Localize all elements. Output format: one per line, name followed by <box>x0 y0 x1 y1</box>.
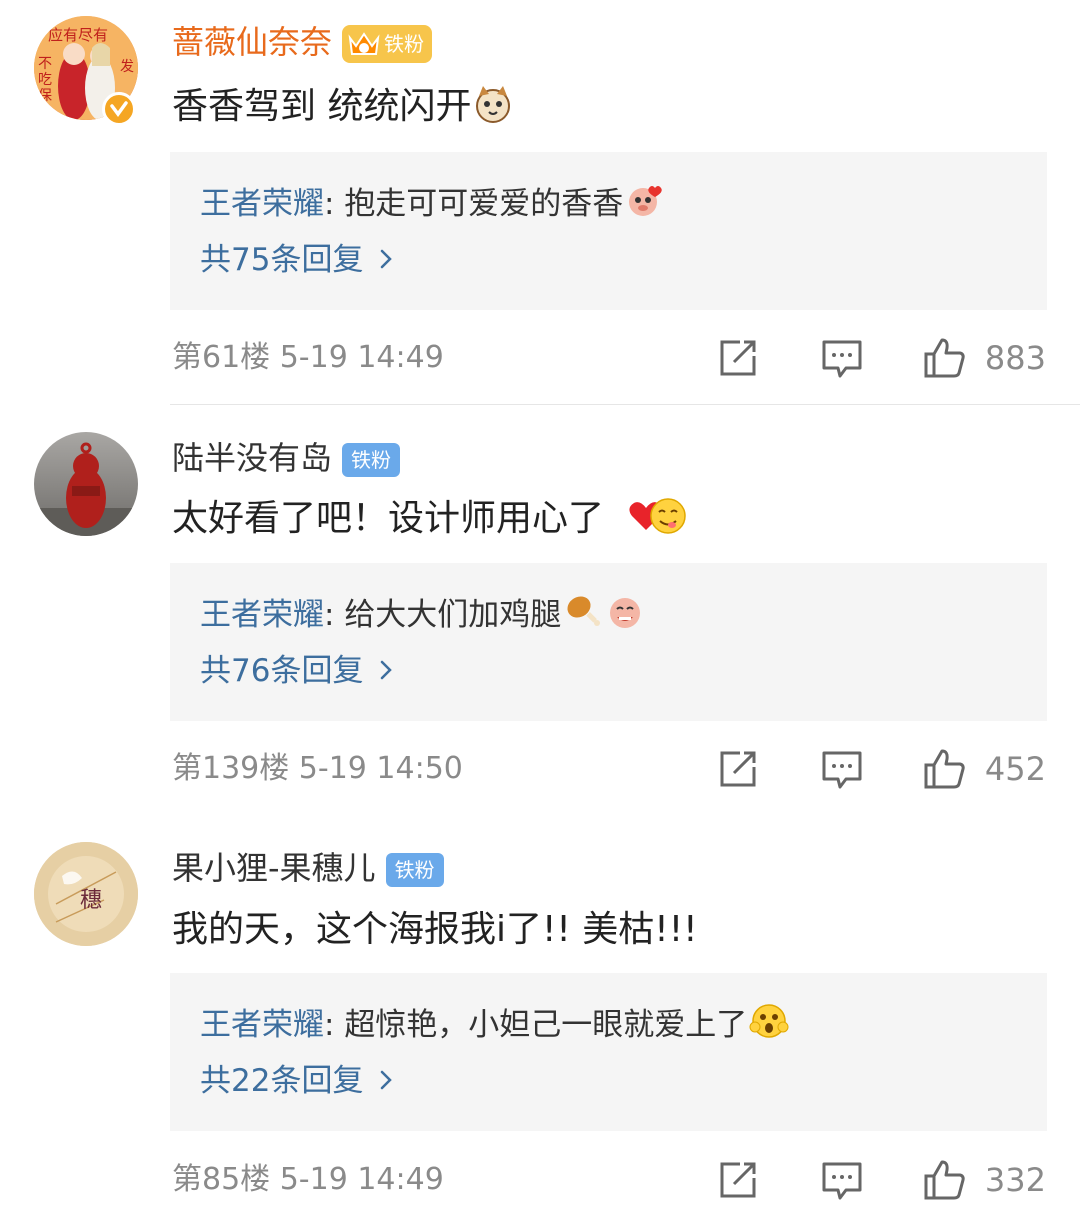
username-text[interactable]: 果小狸-果穗儿 <box>172 849 376 887</box>
reply-text: 抱走可可爱爱的香香 <box>344 186 624 222</box>
reply-preview[interactable]: 王者荣耀: 抱走可可爱爱的香香 共75条回复 <box>170 152 1047 310</box>
avatar-caption: 穗 <box>80 888 103 913</box>
share-icon[interactable] <box>716 336 760 380</box>
username[interactable]: 果小狸-果穗儿 铁粉 <box>172 848 444 888</box>
reply-separator: : <box>324 1007 345 1043</box>
avatar[interactable]: 穗 <box>34 842 138 946</box>
crown-icon <box>348 32 380 55</box>
like-count[interactable]: 332 <box>985 1160 1046 1200</box>
view-replies-link[interactable]: 共75条回复 <box>200 240 399 280</box>
pig-love-emoji <box>629 186 663 216</box>
fan-badge[interactable]: 铁粉 <box>342 443 401 477</box>
username-text[interactable]: 陆半没有岛 <box>172 439 332 477</box>
reply-text: 超惊艳，小妲己一眼就爱上了 <box>344 1007 748 1043</box>
floor-and-time: 第85楼 5-19 14:49 <box>172 1162 444 1197</box>
comment-icon[interactable] <box>820 747 864 791</box>
thumbs-up-icon[interactable] <box>922 1158 966 1202</box>
avatar-caption: 不吃保 <box>38 56 52 104</box>
fan-badge[interactable]: 铁粉 <box>342 25 433 63</box>
username[interactable]: 陆半没有岛 铁粉 <box>172 438 401 478</box>
verified-icon <box>102 92 136 126</box>
reply-count[interactable]: 共22条回复 <box>200 1063 363 1099</box>
reply-separator: : <box>324 186 345 222</box>
fan-badge[interactable]: 铁粉 <box>385 853 444 887</box>
chevron-right-icon <box>381 1070 393 1090</box>
comment-text: 香香驾到 统统闪开 <box>172 84 513 130</box>
reply-preview[interactable]: 王者荣耀: 超惊艳，小妲己一眼就爱上了 共22条回复 <box>170 973 1047 1131</box>
reply-username[interactable]: 王者荣耀 <box>200 1007 324 1043</box>
username[interactable]: 蔷薇仙奈奈 铁粉 <box>172 22 433 63</box>
reply-preview[interactable]: 王者荣耀: 给大大们加鸡腿 共76条回复 <box>170 563 1047 721</box>
avatar[interactable] <box>34 432 138 536</box>
yum-face-emoji <box>650 498 686 534</box>
divider <box>170 404 1080 405</box>
avatar-caption: 发 <box>120 59 134 75</box>
view-replies-link[interactable]: 共76条回复 <box>200 651 399 691</box>
action-bar: 452 <box>716 747 1046 791</box>
view-replies-link[interactable]: 共22条回复 <box>200 1061 399 1101</box>
reply-text: 给大大们加鸡腿 <box>344 597 562 633</box>
reply-count[interactable]: 共76条回复 <box>200 653 363 689</box>
reply-line: 王者荣耀: 给大大们加鸡腿 <box>200 591 645 635</box>
avatar-caption: 应有尽有 <box>48 26 109 44</box>
reply-count[interactable]: 共75条回复 <box>200 242 363 278</box>
surprised-face-emoji <box>749 1004 789 1038</box>
reply-username[interactable]: 王者荣耀 <box>200 597 324 633</box>
reply-username[interactable]: 王者荣耀 <box>200 186 324 222</box>
comment-text: 我的天，这个海报我i了!! 美枯!!! <box>172 907 698 953</box>
thumbs-up-icon[interactable] <box>922 747 966 791</box>
thumbs-up-icon[interactable] <box>922 336 966 380</box>
badge-label: 铁粉 <box>384 32 425 56</box>
reply-line: 王者荣耀: 超惊艳，小妲己一眼就爱上了 <box>200 1001 789 1045</box>
reply-separator: : <box>324 597 345 633</box>
cat-face-emoji <box>476 86 511 123</box>
comment-icon[interactable] <box>820 1158 864 1202</box>
reply-line: 王者荣耀: 抱走可可爱爱的香香 <box>200 180 665 224</box>
action-bar: 883 <box>716 336 1046 380</box>
share-icon[interactable] <box>716 747 760 791</box>
comment-icon[interactable] <box>820 336 864 380</box>
comment-body: 香香驾到 统统闪开 <box>172 86 472 127</box>
action-bar: 332 <box>716 1158 1046 1202</box>
floor-and-time: 第61楼 5-19 14:49 <box>172 340 444 375</box>
share-icon[interactable] <box>716 1158 760 1202</box>
comment-body: 太好看了吧！设计师用心了 <box>172 498 605 539</box>
username-text[interactable]: 蔷薇仙奈奈 <box>172 23 332 61</box>
like-count[interactable]: 452 <box>985 749 1046 789</box>
chevron-right-icon <box>381 660 393 680</box>
floor-and-time: 第139楼 5-19 14:50 <box>172 751 463 786</box>
chevron-right-icon <box>381 249 393 269</box>
like-count[interactable]: 883 <box>985 338 1046 378</box>
comment-text: 太好看了吧！设计师用心了 <box>172 496 688 542</box>
drumstick-emoji <box>567 596 601 626</box>
happy-pig-emoji <box>610 598 641 628</box>
comment-body: 我的天，这个海报我i了!! 美枯!!! <box>172 909 698 950</box>
